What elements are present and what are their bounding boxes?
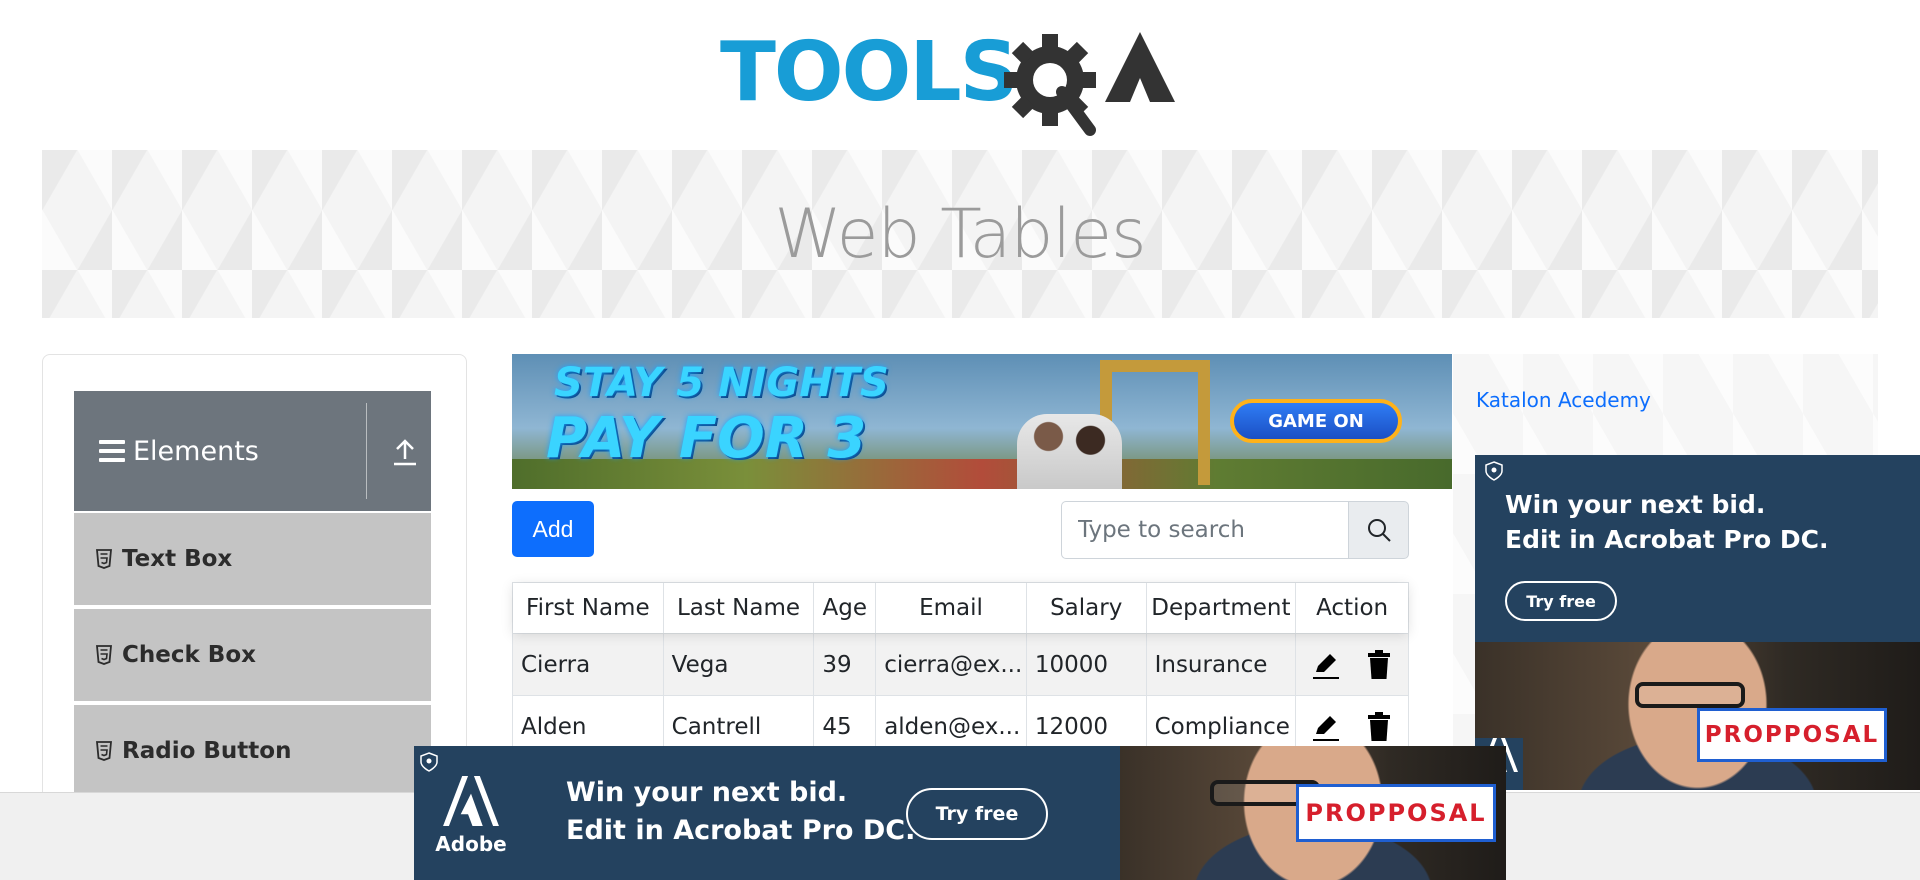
ad-headline-1: Win your next bid.	[1505, 490, 1766, 519]
sidebar-item-label: Check Box	[122, 642, 256, 668]
katalon-academy-link[interactable]: Katalon Acedemy	[1476, 388, 1651, 412]
sidebar-item-label: Radio Button	[122, 738, 292, 764]
upload-icon[interactable]	[392, 437, 418, 467]
delete-icon[interactable]	[1365, 711, 1393, 742]
cell-last-name: Vega	[664, 634, 815, 695]
html5-icon	[96, 549, 112, 569]
ad-headline-2: PAY FOR 3	[546, 406, 867, 471]
column-header-action[interactable]: Action	[1296, 583, 1408, 633]
adobe-ad-right[interactable]: Win your next bid. Edit in Acrobat Pro D…	[1475, 455, 1920, 790]
html5-icon	[96, 645, 112, 665]
cell-department: Insurance	[1147, 634, 1297, 695]
cell-age: 39	[814, 634, 877, 695]
logo-text: TOOLS	[720, 25, 1017, 120]
column-header-last-name[interactable]: Last Name	[664, 583, 815, 633]
try-free-button[interactable]: Try free	[906, 788, 1048, 840]
toolsqa-gear-logo-icon	[1004, 34, 1096, 136]
table-row: Cierra Vega 39 cierra@ex... 10000 Insura…	[513, 633, 1408, 695]
search-button[interactable]	[1348, 501, 1409, 559]
sidebar-item-label: Text Box	[122, 546, 233, 572]
ad-couple-image	[1017, 414, 1122, 489]
proposal-text-box: PROPPOSAL	[1296, 784, 1496, 842]
page: TOOLS Web Tables Elements Text Box Check…	[0, 0, 1920, 880]
game-on-button[interactable]: GAME ON	[1230, 399, 1402, 443]
ad-headline-1: STAY 5 NIGHTS	[554, 360, 889, 406]
hamburger-icon	[99, 440, 125, 462]
column-header-age[interactable]: Age	[814, 583, 877, 633]
adobe-ad-bottom[interactable]: Adobe Win your next bid. Edit in Acrobat…	[414, 746, 1506, 880]
ad-headline-2: Edit in Acrobat Pro DC.	[1505, 525, 1829, 554]
search-input[interactable]	[1061, 501, 1348, 559]
page-banner: Web Tables	[42, 150, 1878, 318]
sidebar-item-check-box[interactable]: Check Box	[74, 607, 431, 701]
cell-email: cierra@ex...	[876, 634, 1027, 695]
ad-headline-2: Edit in Acrobat Pro DC.	[566, 815, 916, 846]
table-header: First Name Last Name Age Email Salary De…	[513, 583, 1408, 633]
column-header-salary[interactable]: Salary	[1027, 583, 1147, 633]
web-table: First Name Last Name Age Email Salary De…	[512, 582, 1409, 758]
adobe-logo-icon: Adobe	[435, 776, 507, 856]
column-header-department[interactable]: Department	[1147, 583, 1297, 633]
ad-glasses	[1635, 682, 1745, 708]
ad-shield-icon	[1485, 461, 1503, 481]
sidebar-item-text-box[interactable]: Text Box	[74, 511, 431, 605]
html5-icon	[96, 741, 112, 761]
edit-icon[interactable]	[1312, 650, 1340, 680]
proposal-text-box: PROPPOSAL	[1697, 708, 1887, 762]
ad-headline-1: Win your next bid.	[566, 777, 848, 808]
header-divider	[366, 403, 367, 499]
ad-shield-icon	[420, 752, 438, 772]
sidebar-item-radio-button[interactable]: Radio Button	[74, 703, 431, 797]
add-button[interactable]: Add	[512, 501, 594, 557]
toolsqa-logo[interactable]: TOOLS	[720, 22, 1205, 137]
cell-salary: 10000	[1027, 634, 1147, 695]
search-box	[1061, 501, 1409, 559]
adobe-brand-label: Adobe	[435, 832, 507, 856]
edit-icon[interactable]	[1312, 712, 1340, 742]
promo-ad-banner[interactable]: STAY 5 NIGHTS PAY FOR 3 GAME ON	[512, 354, 1452, 489]
sidebar-group-title: Elements	[133, 435, 259, 467]
sidebar-group-elements[interactable]: Elements	[74, 391, 431, 511]
cell-first-name: Cierra	[513, 634, 664, 695]
try-free-button[interactable]: Try free	[1505, 581, 1617, 621]
delete-icon[interactable]	[1365, 649, 1393, 680]
page-title: Web Tables	[774, 194, 1146, 274]
column-header-first-name[interactable]: First Name	[513, 583, 664, 633]
column-header-email[interactable]: Email	[876, 583, 1027, 633]
cell-actions	[1296, 634, 1408, 695]
search-icon	[1367, 519, 1391, 542]
